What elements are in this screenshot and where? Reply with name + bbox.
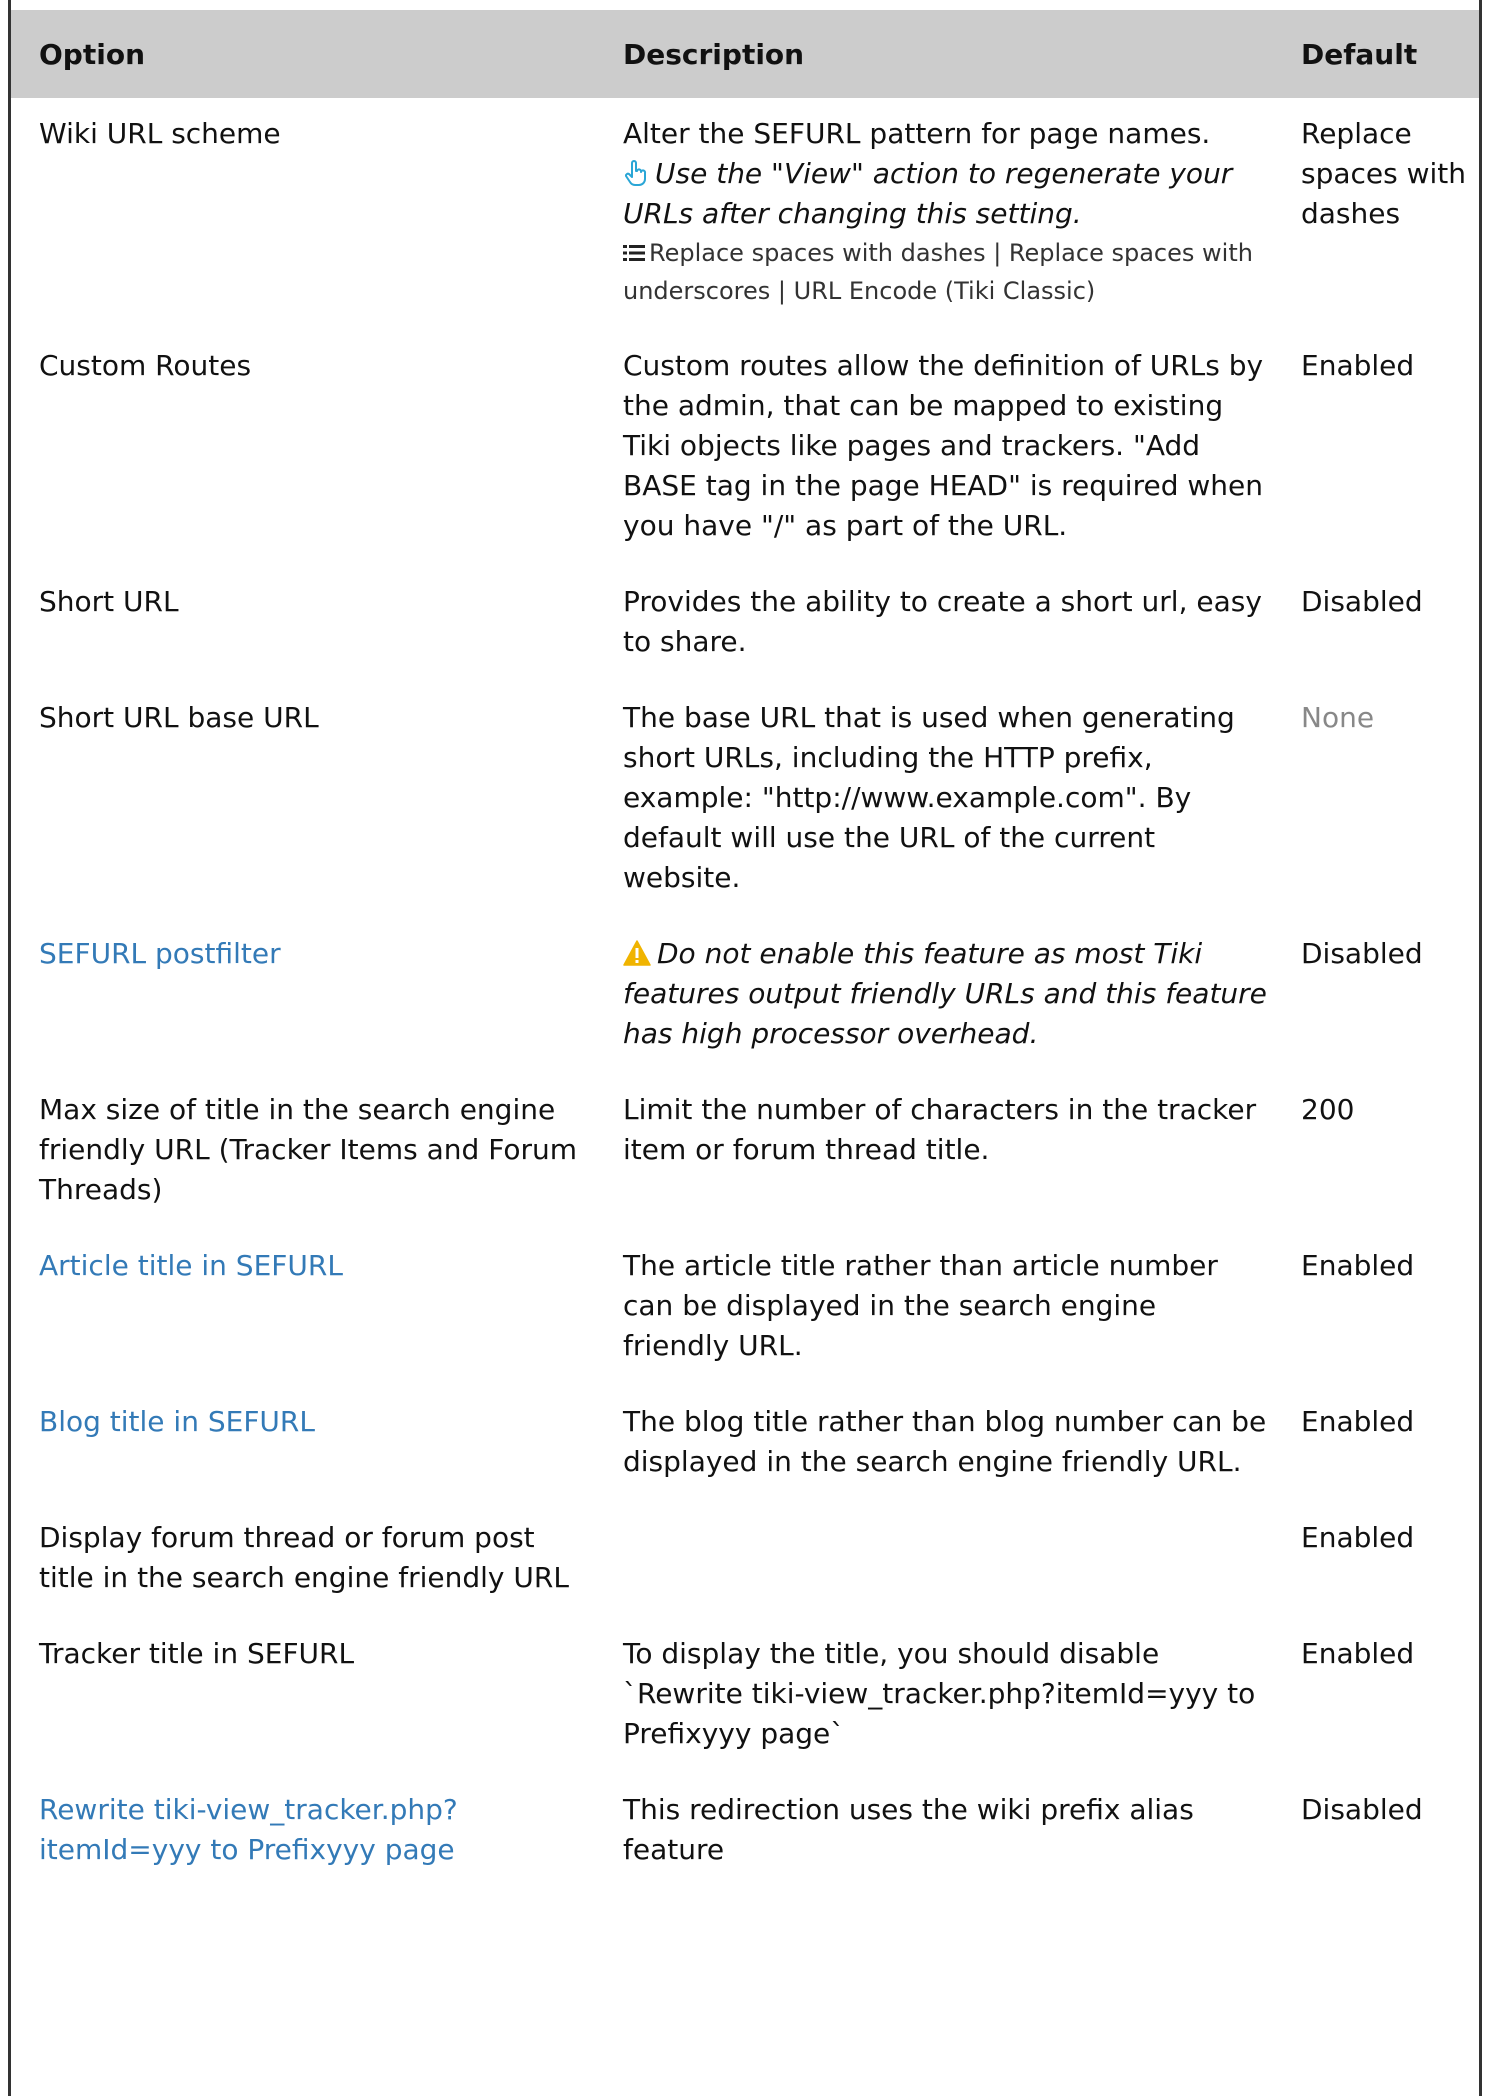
column-header-option: Option: [11, 10, 601, 98]
description-text: The article title rather than article nu…: [623, 1249, 1218, 1362]
description-cell: The blog title rather than blog number c…: [601, 1386, 1291, 1502]
default-cell: Enabled: [1291, 330, 1479, 566]
choices-list: Replace spaces with dashes | Replace spa…: [623, 234, 1269, 310]
description-text: The blog title rather than blog number c…: [623, 1405, 1267, 1478]
description-cell: The base URL that is used when generatin…: [601, 682, 1291, 918]
default-cell: Enabled: [1291, 1502, 1479, 1618]
option-name: Custom Routes: [39, 349, 252, 382]
table-row: Article title in SEFURL The article titl…: [11, 1230, 1479, 1386]
description-cell: This redirection uses the wiki prefix al…: [601, 1774, 1291, 1890]
default-cell: Enabled: [1291, 1386, 1479, 1502]
default-value: Replace spaces with dashes: [1301, 117, 1467, 230]
option-cell: Display forum thread or forum post title…: [11, 1502, 601, 1618]
table-row: Short URL base URL The base URL that is …: [11, 682, 1479, 918]
default-value: Disabled: [1301, 585, 1423, 618]
column-header-description: Description: [601, 10, 1291, 98]
description-text: Limit the number of characters in the tr…: [623, 1093, 1257, 1166]
description-cell: The article title rather than article nu…: [601, 1230, 1291, 1386]
default-value: Disabled: [1301, 1793, 1423, 1826]
default-cell: Enabled: [1291, 1618, 1479, 1774]
choices-text: Replace spaces with dashes | Replace spa…: [623, 239, 1253, 305]
description-note: Use the "View" action to regenerate your…: [623, 154, 1269, 234]
default-value: Disabled: [1301, 937, 1423, 970]
description-cell: Custom routes allow the definition of UR…: [601, 330, 1291, 566]
description-cell: [601, 1502, 1291, 1618]
note-text: Use the "View" action to regenerate your…: [623, 157, 1233, 230]
description-cell: Do not enable this feature as most Tiki …: [601, 918, 1291, 1074]
warning-text: Do not enable this feature as most Tiki …: [623, 937, 1267, 1050]
column-header-default: Default: [1291, 10, 1479, 98]
option-link-article-title[interactable]: Article title in SEFURL: [39, 1249, 343, 1282]
table-row: Wiki URL scheme Alter the SEFURL pattern…: [11, 98, 1479, 330]
description-cell: Provides the ability to create a short u…: [601, 566, 1291, 682]
option-cell: Short URL base URL: [11, 682, 601, 918]
default-value: None: [1301, 701, 1375, 734]
description-text: Alter the SEFURL pattern for page names.: [623, 117, 1211, 150]
option-cell: Short URL: [11, 566, 601, 682]
description-text: To display the title, you should disable…: [623, 1637, 1256, 1750]
description-text: Custom routes allow the definition of UR…: [623, 349, 1264, 542]
preferences-table: Option Description Default Wiki URL sche…: [11, 10, 1479, 1890]
table-row: Custom Routes Custom routes allow the de…: [11, 330, 1479, 566]
option-name: Tracker title in SEFURL: [39, 1637, 355, 1670]
table-row: Display forum thread or forum post title…: [11, 1502, 1479, 1618]
default-cell: Disabled: [1291, 1774, 1479, 1890]
option-cell: Max size of title in the search engine f…: [11, 1074, 601, 1230]
table-row: Tracker title in SEFURL To display the t…: [11, 1618, 1479, 1774]
pointing-hand-icon: [623, 157, 649, 186]
option-link-blog-title[interactable]: Blog title in SEFURL: [39, 1405, 315, 1438]
default-cell: Disabled: [1291, 918, 1479, 1074]
option-name: Wiki URL scheme: [39, 117, 281, 150]
warning-note: Do not enable this feature as most Tiki …: [623, 934, 1269, 1054]
option-cell: Article title in SEFURL: [11, 1230, 601, 1386]
option-link-sefurl-postfilter[interactable]: SEFURL postfilter: [39, 937, 281, 970]
option-name: Max size of title in the search engine f…: [39, 1093, 578, 1206]
description-cell: Alter the SEFURL pattern for page names.…: [601, 98, 1291, 330]
option-name: Display forum thread or forum post title…: [39, 1521, 569, 1594]
default-cell: Enabled: [1291, 1230, 1479, 1386]
header-row: Option Description Default: [11, 10, 1479, 98]
option-name: Short URL base URL: [39, 701, 319, 734]
default-value: Enabled: [1301, 1637, 1415, 1670]
table-row: Rewrite tiki-view_tracker.php?itemId=yyy…: [11, 1774, 1479, 1890]
default-value: Enabled: [1301, 1249, 1415, 1282]
table-row: SEFURL postfilter Do not enable this fea…: [11, 918, 1479, 1074]
option-link-rewrite-tracker[interactable]: Rewrite tiki-view_tracker.php?itemId=yyy…: [39, 1793, 458, 1866]
option-cell: SEFURL postfilter: [11, 918, 601, 1074]
right-border: [1479, 0, 1482, 2096]
option-cell: Wiki URL scheme: [11, 98, 601, 330]
table-row: Short URL Provides the ability to create…: [11, 566, 1479, 682]
description-text: Provides the ability to create a short u…: [623, 585, 1262, 658]
option-cell: Tracker title in SEFURL: [11, 1618, 601, 1774]
default-value: Enabled: [1301, 1405, 1415, 1438]
default-value: Enabled: [1301, 1521, 1415, 1554]
default-cell: 200: [1291, 1074, 1479, 1230]
table-row: Blog title in SEFURL The blog title rath…: [11, 1386, 1479, 1502]
description-text: The base URL that is used when generatin…: [623, 701, 1235, 894]
default-value: Enabled: [1301, 349, 1415, 382]
option-cell: Custom Routes: [11, 330, 601, 566]
default-cell: None: [1291, 682, 1479, 918]
option-cell: Rewrite tiki-view_tracker.php?itemId=yyy…: [11, 1774, 601, 1890]
default-cell: Disabled: [1291, 566, 1479, 682]
description-cell: Limit the number of characters in the tr…: [601, 1074, 1291, 1230]
default-value: 200: [1301, 1093, 1355, 1126]
option-cell: Blog title in SEFURL: [11, 1386, 601, 1502]
description-text: This redirection uses the wiki prefix al…: [623, 1793, 1194, 1866]
list-icon: [623, 236, 645, 261]
preferences-table-container: Option Description Default Wiki URL sche…: [11, 10, 1479, 1890]
default-cell: Replace spaces with dashes: [1291, 98, 1479, 330]
option-name: Short URL: [39, 585, 179, 618]
table-row: Max size of title in the search engine f…: [11, 1074, 1479, 1230]
warning-icon: [623, 937, 651, 966]
description-cell: To display the title, you should disable…: [601, 1618, 1291, 1774]
